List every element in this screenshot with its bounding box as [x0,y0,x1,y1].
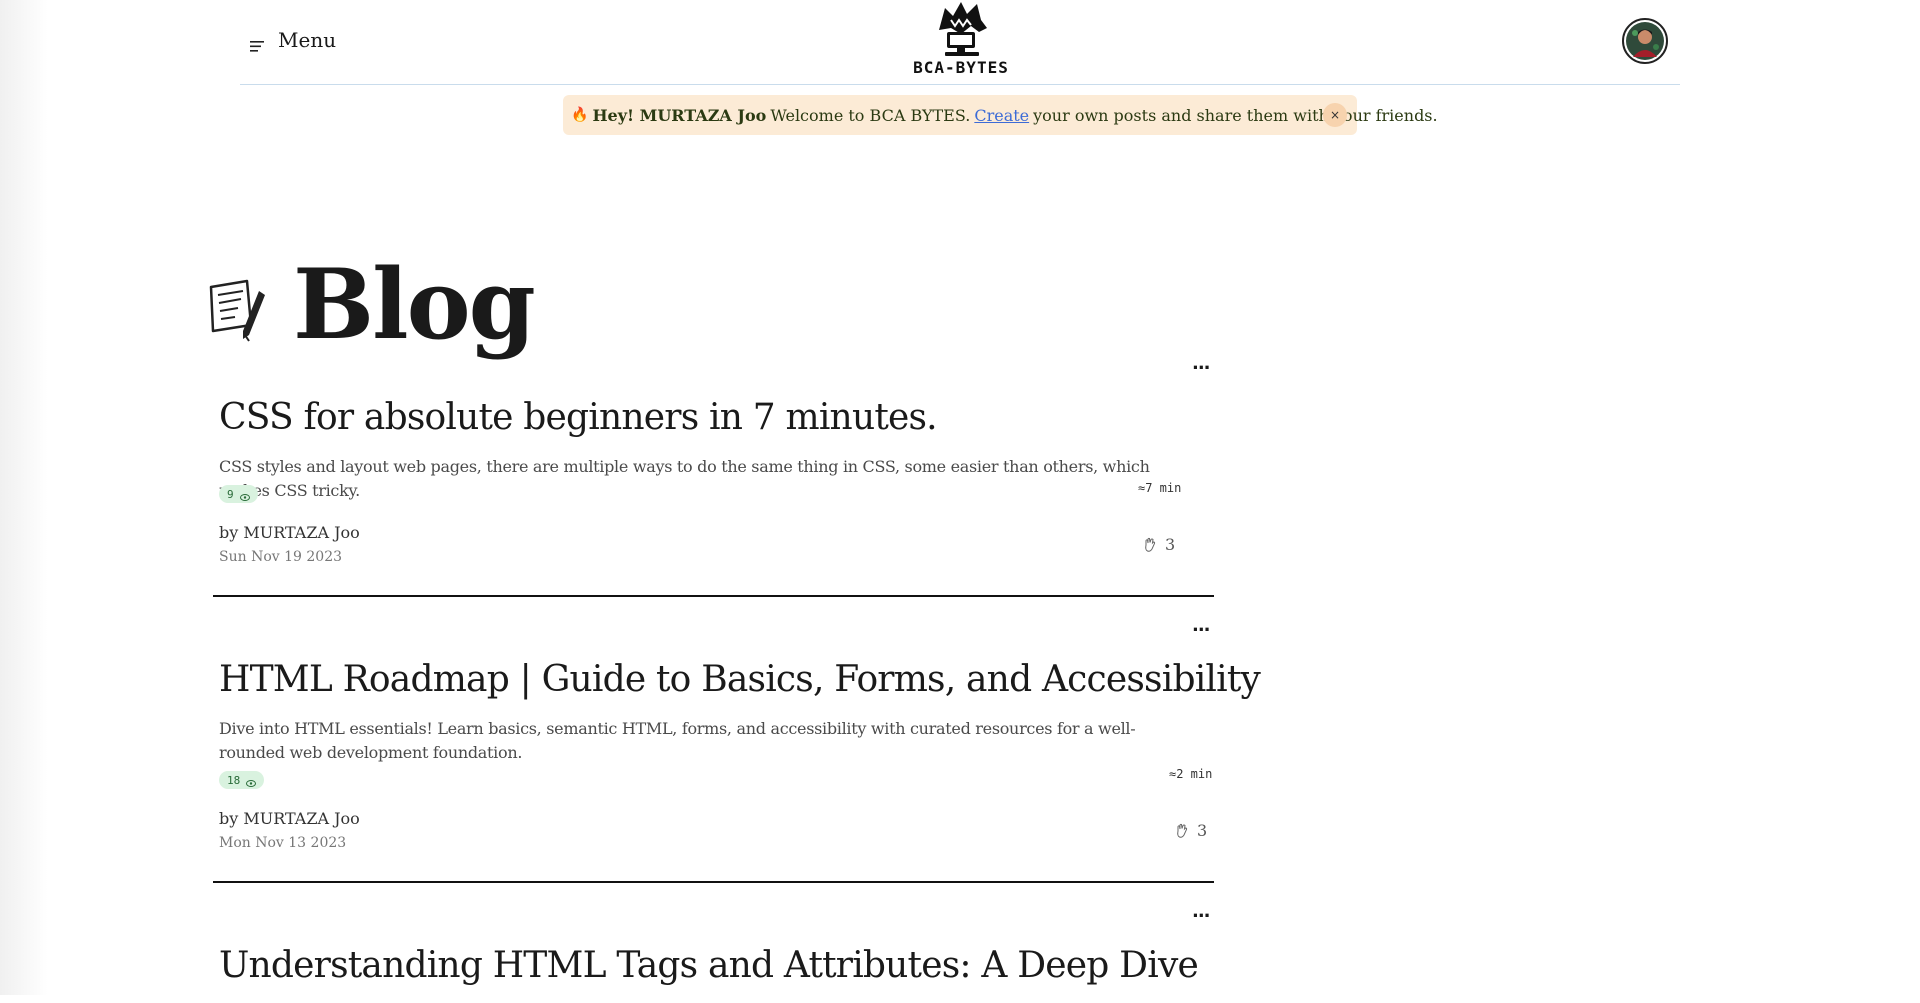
views-badge: 18 [219,771,265,789]
post-author[interactable]: by MURTAZA Joo [219,809,360,828]
hamburger-icon [250,34,266,52]
post-date: Sun Nov 19 2023 [219,549,343,565]
clap-button[interactable]: 3 [1175,821,1207,840]
note-pen-icon [205,273,269,349]
site-logo[interactable]: BCA-BYTES [912,0,1010,82]
eye-icon [239,491,250,501]
user-avatar[interactable] [1622,18,1668,64]
post-title[interactable]: CSS for absolute beginners in 7 minutes. [219,397,938,438]
shark-computer-logo-icon [939,2,987,56]
post-options-button[interactable]: ... [1192,903,1210,921]
post-author[interactable]: by MURTAZA Joo [219,523,360,542]
eye-icon [246,777,257,787]
banner-welcome: Welcome to BCA BYTES. [770,105,971,125]
post-card: ... HTML Roadmap | Guide to Basics, Form… [213,617,1261,899]
post-divider [213,881,1214,883]
post-title[interactable]: Understanding HTML Tags and Attributes: … [219,945,1199,986]
views-count: 9 [227,487,234,501]
left-edge-shadow [0,0,48,995]
page-title: Blog [293,248,536,362]
clap-icon [1177,823,1188,838]
post-options-button[interactable]: ... [1192,617,1210,635]
menu-label: Menu [278,28,337,52]
clap-count: 3 [1165,535,1176,554]
post-card: ... Understanding HTML Tags and Attribut… [213,903,1214,1003]
post-list: ... CSS for absolute beginners in 7 minu… [213,355,1261,986]
fire-icon: 🔥 [571,107,589,123]
banner-greeting: Hey! MURTAZA Joo [592,105,767,125]
clap-icon [1145,537,1156,552]
welcome-banner: 🔥 Hey! MURTAZA Joo Welcome to BCA BYTES.… [563,95,1438,135]
clap-count: 3 [1197,821,1208,840]
read-time: ≈2 min [1169,767,1213,781]
post-description: CSS styles and layout web pages, there a… [219,457,1150,500]
post-date: Mon Nov 13 2023 [219,835,347,851]
post-options-button[interactable]: ... [1192,355,1210,373]
post-card: ... CSS for absolute beginners in 7 minu… [213,355,1214,637]
top-navbar: Menu BCA-BYTES [240,0,1680,85]
post-divider [213,595,1214,597]
menu-button[interactable]: Menu [250,28,336,52]
logo-text: BCA-BYTES [913,58,1009,77]
views-badge: 9 [219,485,258,503]
banner-close-button[interactable]: × [1323,103,1347,127]
banner-rest: your own posts and share them with your … [1033,105,1438,125]
post-description: Dive into HTML essentials! Learn basics,… [219,719,1136,762]
read-time: ≈7 min [1138,481,1182,495]
clap-button[interactable]: 3 [1143,535,1175,554]
avatar-image-icon [1626,22,1664,60]
post-title[interactable]: HTML Roadmap | Guide to Basics, Forms, a… [219,659,1261,700]
create-post-link[interactable]: Create [974,106,1029,125]
views-count: 18 [227,773,241,787]
